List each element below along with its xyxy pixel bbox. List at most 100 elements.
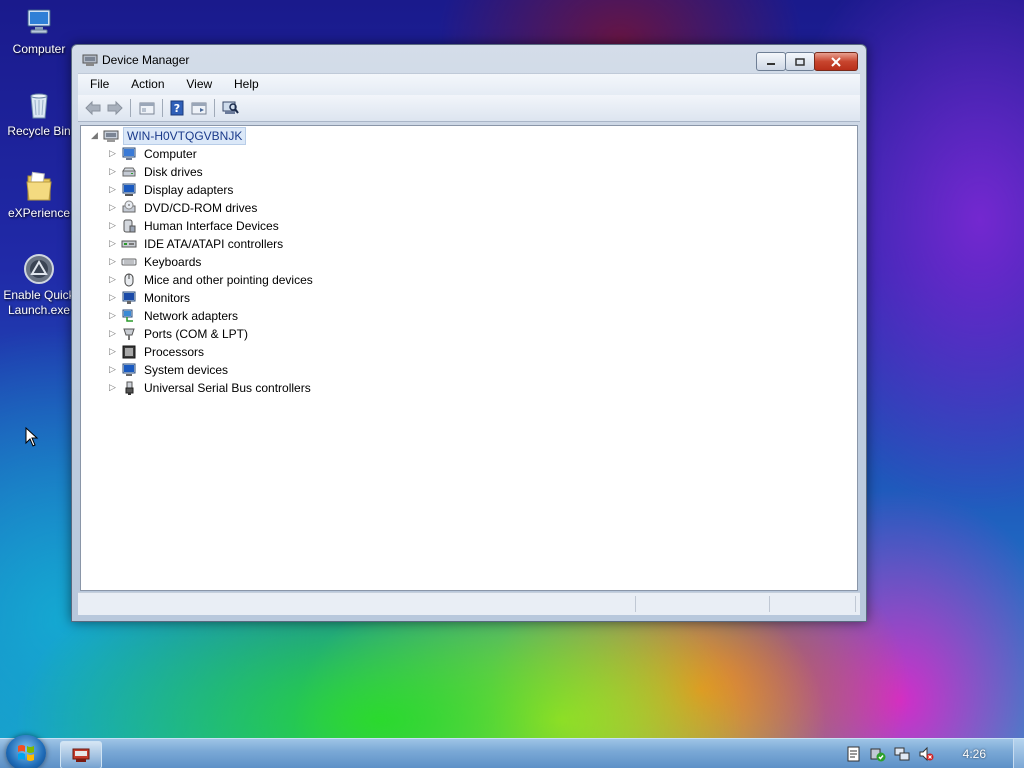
title-bar[interactable]: Device Manager <box>72 45 866 75</box>
tray-action-center-icon[interactable] <box>846 746 862 762</box>
tree-item-label: Monitors <box>144 291 191 305</box>
expand-arrow-icon[interactable]: ▷ <box>109 185 119 195</box>
desktop-icon-recycle-bin[interactable]: Recycle Bin <box>0 88 78 139</box>
expand-arrow-icon[interactable]: ▷ <box>109 365 119 375</box>
expand-arrow-icon[interactable]: ▷ <box>109 149 119 159</box>
tree-item-ports-com-lpt[interactable]: ▷ Ports (COM & LPT) <box>109 325 248 343</box>
network-adapter-icon <box>121 308 137 324</box>
tree-item-network-adapters[interactable]: ▷ Network adapters <box>109 307 238 325</box>
tree-item-disk-drives[interactable]: ▷ Disk drives <box>109 163 203 181</box>
usb-icon <box>121 380 137 396</box>
collapse-arrow-icon[interactable]: ◢ <box>91 131 101 141</box>
menu-bar: File Action View Help <box>78 73 860 96</box>
computer-icon <box>121 146 137 162</box>
expand-arrow-icon[interactable]: ▷ <box>109 383 119 393</box>
desktop-icon-enable-quick-launch[interactable]: Enable Quick Launch.exe <box>0 252 78 318</box>
menu-help[interactable]: Help <box>228 74 265 91</box>
expand-arrow-icon[interactable]: ▷ <box>109 329 119 339</box>
back-button[interactable] <box>84 99 102 117</box>
tree-item-monitors[interactable]: ▷ Monitors <box>109 289 190 307</box>
tree-item-dvd-cd-rom-drives[interactable]: ▷ DVD/CD-ROM drives <box>109 199 257 217</box>
start-button[interactable] <box>6 735 46 768</box>
show-desktop-button[interactable] <box>1013 739 1024 768</box>
desktop-icon-label: eXPerience <box>7 206 71 220</box>
tree-item-label: Computer <box>144 147 197 161</box>
desktop-icon-label-line2: Launch.exe <box>7 303 71 317</box>
taskbar-device-manager-button[interactable] <box>60 741 102 768</box>
expand-arrow-icon[interactable]: ▷ <box>109 203 119 213</box>
display-adapter-icon <box>121 182 137 198</box>
expand-arrow-icon[interactable]: ▷ <box>109 221 119 231</box>
status-bar <box>78 592 860 615</box>
tree-item-label: Human Interface Devices <box>144 219 279 233</box>
forward-button[interactable] <box>106 99 124 117</box>
mouse-cursor-icon <box>25 426 39 447</box>
menu-action[interactable]: Action <box>125 74 170 91</box>
mouse-icon <box>121 272 137 288</box>
expand-arrow-icon[interactable]: ▷ <box>109 275 119 285</box>
toolbar-separator <box>130 99 131 117</box>
window-controls <box>756 52 858 71</box>
taskbar: 4:26 <box>0 735 1024 768</box>
back-arrow-icon <box>85 100 101 116</box>
tray-network-icon[interactable] <box>894 746 910 762</box>
tray-security-icon[interactable] <box>870 746 886 762</box>
tree-item-label: Network adapters <box>144 309 239 323</box>
tray-volume-muted-icon[interactable] <box>918 746 934 762</box>
recycle-bin-icon <box>22 88 56 122</box>
show-hide-console-tree-button[interactable] <box>138 99 156 117</box>
desktop-icon-label: Computer <box>12 42 66 56</box>
menu-view[interactable]: View <box>180 74 218 91</box>
tree-item-processors[interactable]: ▷ Processors <box>109 343 204 361</box>
tree-item-label: Display adapters <box>144 183 234 197</box>
expand-arrow-icon[interactable]: ▷ <box>109 257 119 267</box>
tree-item-computer[interactable]: ▷ Computer <box>109 145 197 163</box>
tree-root-node[interactable]: ◢ WIN-H0VTQGVBNJK <box>91 127 247 145</box>
show-action-pane-button[interactable] <box>190 99 208 117</box>
minimize-button[interactable] <box>756 52 786 71</box>
ide-controller-icon <box>121 236 137 252</box>
tree-item-display-adapters[interactable]: ▷ Display adapters <box>109 181 233 199</box>
close-button[interactable] <box>814 52 858 71</box>
tree-item-label: Mice and other pointing devices <box>144 273 313 287</box>
action-pane-icon <box>191 102 207 115</box>
expand-arrow-icon[interactable]: ▷ <box>109 311 119 321</box>
tree-root-label: WIN-H0VTQGVBNJK <box>123 127 247 145</box>
computer-icon <box>22 6 56 40</box>
tree-item-universal-serial-bus-controllers[interactable]: ▷ Universal Serial Bus controllers <box>109 379 311 397</box>
tree-item-label: Disk drives <box>144 165 203 179</box>
taskbar-clock[interactable]: 4:26 <box>963 747 986 761</box>
tree-item-mice-and-other-pointing-devices[interactable]: ▷ Mice and other pointing devices <box>109 271 313 289</box>
toolbar-separator <box>162 99 163 117</box>
tree-item-ide-ata-atapi-controllers[interactable]: ▷ IDE ATA/ATAPI controllers <box>109 235 283 253</box>
expand-arrow-icon[interactable]: ▷ <box>109 293 119 303</box>
tree-item-label: Ports (COM & LPT) <box>144 327 249 341</box>
expand-arrow-icon[interactable]: ▷ <box>109 239 119 249</box>
menu-file[interactable]: File <box>84 74 115 91</box>
dvd-drive-icon <box>121 200 137 216</box>
minimize-icon <box>767 62 775 65</box>
device-manager-icon <box>82 53 98 67</box>
port-icon <box>121 326 137 342</box>
restore-icon <box>795 57 805 66</box>
desktop-icon-experience[interactable]: eXPerience <box>0 170 78 221</box>
expand-arrow-icon[interactable]: ▷ <box>109 167 119 177</box>
tree-item-keyboards[interactable]: ▷ Keyboards <box>109 253 201 271</box>
tree-item-human-interface-devices[interactable]: ▷ Human Interface Devices <box>109 217 279 235</box>
device-manager-window: Device Manager File Action View Help ? ◢… <box>71 44 867 622</box>
expand-arrow-icon[interactable]: ▷ <box>109 347 119 357</box>
maximize-button[interactable] <box>785 52 815 71</box>
computer-root-icon <box>103 128 119 144</box>
forward-arrow-icon <box>107 100 123 116</box>
toolbar-separator <box>214 99 215 117</box>
help-button[interactable]: ? <box>168 99 186 117</box>
desktop-icon-label: Recycle Bin <box>7 124 71 138</box>
tree-item-system-devices[interactable]: ▷ System devices <box>109 361 228 379</box>
device-manager-taskbar-icon <box>72 748 90 762</box>
svg-text:?: ? <box>174 102 180 115</box>
desktop-icon-computer[interactable]: Computer <box>0 6 78 57</box>
scan-hardware-button[interactable] <box>221 99 239 117</box>
tree-item-label: Processors <box>144 345 205 359</box>
disk-drive-icon <box>121 164 137 180</box>
device-tree: ◢ WIN-H0VTQGVBNJK ▷ Computer ▷ Disk drives ▷… <box>80 125 858 591</box>
